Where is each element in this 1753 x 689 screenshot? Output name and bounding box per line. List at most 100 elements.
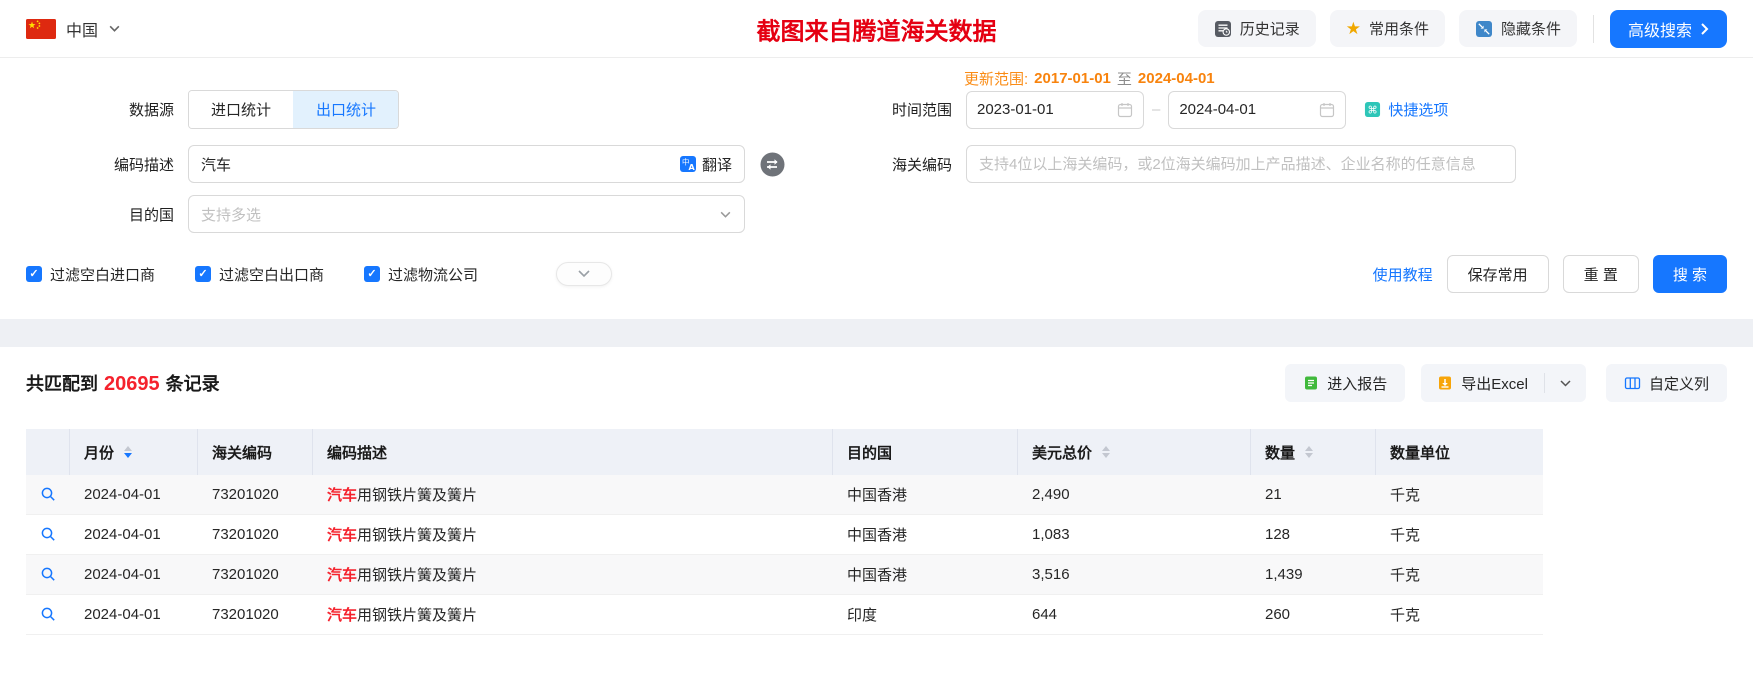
- code-description-field: 中 A 翻译: [188, 145, 745, 183]
- sort-control-month[interactable]: [124, 446, 133, 458]
- match-count: 20695: [104, 373, 160, 395]
- hs-code-input[interactable]: [966, 145, 1516, 183]
- column-header-description: 编码描述: [313, 429, 833, 475]
- cell-hs-code: 73201020: [212, 606, 279, 623]
- cell-month: 2024-04-01: [84, 486, 161, 503]
- update-range-end: 2024-04-01: [1137, 69, 1215, 87]
- collapse-icon: [1475, 20, 1492, 37]
- cell-description: 汽车用钢铁片簧及簧片: [313, 484, 833, 505]
- cell-quantity: 1,439: [1265, 566, 1303, 583]
- advanced-search-label: 高级搜索: [1627, 22, 1692, 40]
- end-date-value: 2024-04-01: [1179, 101, 1257, 118]
- update-range-label: 更新范围:: [964, 70, 1029, 88]
- export-icon: [1439, 376, 1452, 390]
- cell-usd-total: 3,516: [1032, 566, 1070, 583]
- favorites-button[interactable]: ★ 常用条件: [1329, 10, 1445, 47]
- cell-usd-total: 2,490: [1032, 486, 1070, 503]
- tutorial-link[interactable]: 使用教程: [1373, 264, 1433, 285]
- highlighted-keyword: 汽车: [327, 607, 358, 624]
- calendar-icon[interactable]: [1117, 102, 1133, 118]
- cell-unit: 千克: [1390, 567, 1421, 584]
- update-range-start: 2017-01-01: [1034, 69, 1111, 87]
- favorites-label: 常用条件: [1368, 21, 1429, 38]
- export-excel-button[interactable]: 导出Excel: [1421, 364, 1544, 402]
- end-date-input[interactable]: 2024-04-01: [1168, 90, 1347, 129]
- row-detail-button[interactable]: [26, 606, 70, 623]
- row-destination: 目的国 支持多选: [26, 195, 1727, 233]
- enter-report-button[interactable]: 进入报告: [1285, 364, 1406, 402]
- hide-conditions-button[interactable]: 隐藏条件: [1458, 10, 1577, 47]
- column-header-select: [26, 429, 70, 475]
- history-button[interactable]: 历史记录: [1197, 10, 1316, 47]
- match-count-line: 共匹配到 20695 条记录: [26, 370, 220, 396]
- chevron-down-icon: [1560, 379, 1571, 387]
- row-detail-button[interactable]: [26, 566, 70, 583]
- table-row[interactable]: 2024-04-01 73201020 汽车用钢铁片簧及簧片 中国香港 3,51…: [26, 555, 1543, 595]
- data-source-label: 数据源: [128, 102, 174, 119]
- divider: [1592, 14, 1594, 43]
- start-date-input[interactable]: 2023-01-01: [966, 90, 1144, 129]
- data-source-tabs: 进口统计 出口统计: [188, 90, 400, 129]
- calendar-icon[interactable]: [1319, 102, 1335, 118]
- destination-select[interactable]: 支持多选: [188, 195, 745, 233]
- table-row[interactable]: 2024-04-01 73201020 汽车用钢铁片簧及簧片 中国香港 2,49…: [26, 475, 1543, 515]
- column-header-quantity: 数量: [1251, 429, 1376, 475]
- enter-report-label: 进入报告: [1327, 375, 1388, 393]
- checkbox-filter-blank-importer[interactable]: ✓ 过滤空白进口商: [26, 264, 155, 285]
- svg-text:⌘: ⌘: [1368, 104, 1378, 116]
- results-table: 月份 海关编码 编码描述 目的国 美元总价 数量 数量单位 2024-04-01…: [26, 429, 1543, 635]
- synonym-toggle-button[interactable]: [759, 151, 786, 178]
- row-data-source: 数据源 进口统计 出口统计 时间范围 2023-01-01 – 2024-04-…: [26, 90, 1727, 129]
- save-favorite-button[interactable]: 保存常用: [1446, 255, 1549, 293]
- results-panel: 共匹配到 20695 条记录 进入报告 导出Excel 自定义列 月份 海关编码…: [0, 347, 1753, 635]
- top-bar: 中国 截图来自腾道海关数据 历史记录 ★ 常用条件 隐藏条件 高级搜索: [0, 0, 1753, 58]
- search-filter-panel: 更新范围: 2017-01-01 至 2024-04-01 数据源 进口统计 出…: [0, 58, 1753, 319]
- start-date-value: 2023-01-01: [977, 101, 1054, 118]
- sort-control-usd[interactable]: [1102, 446, 1111, 458]
- checkbox-filter-logistics[interactable]: ✓ 过滤物流公司: [364, 264, 478, 285]
- exchange-icon: [760, 152, 785, 176]
- code-description-input[interactable]: [201, 155, 679, 173]
- cell-destination: 中国香港: [847, 487, 908, 504]
- table-row[interactable]: 2024-04-01 73201020 汽车用钢铁片簧及簧片 中国香港 1,08…: [26, 515, 1543, 555]
- quick-options-link[interactable]: ⌘ 快捷选项: [1364, 99, 1448, 120]
- search-actions: 使用教程 保存常用 重 置 搜 索: [1373, 255, 1727, 293]
- date-range-dash: –: [1152, 101, 1161, 118]
- advanced-search-button[interactable]: 高级搜索: [1609, 9, 1727, 48]
- expand-conditions-button[interactable]: [556, 262, 613, 286]
- reset-button[interactable]: 重 置: [1562, 255, 1639, 293]
- cell-destination: 印度: [847, 607, 878, 624]
- country-label: 中国: [66, 22, 99, 40]
- hs-code-label: 海关编码: [891, 156, 952, 174]
- quick-options-label: 快捷选项: [1388, 102, 1449, 119]
- time-range-label: 时间范围: [891, 102, 952, 119]
- export-options-dropdown[interactable]: [1545, 364, 1586, 402]
- checkbox-filter-blank-exporter[interactable]: ✓ 过滤空白出口商: [195, 264, 324, 285]
- cell-description: 汽车用钢铁片簧及簧片: [313, 604, 833, 625]
- sort-control-quantity[interactable]: [1305, 446, 1314, 458]
- tab-export-stats[interactable]: 出口统计: [293, 91, 399, 128]
- page-title: 截图来自腾道海关数据: [756, 19, 997, 45]
- country-selector[interactable]: 中国: [26, 17, 121, 41]
- destination-label: 目的国: [128, 206, 174, 224]
- description-rest: 用钢铁片簧及簧片: [357, 567, 478, 584]
- row-options: ✓ 过滤空白进口商 ✓ 过滤空白出口商 ✓ 过滤物流公司 使用教程 保存常用 重…: [26, 255, 1727, 293]
- search-button[interactable]: 搜 索: [1652, 255, 1727, 293]
- tab-import-stats[interactable]: 进口统计: [189, 91, 294, 128]
- checkbox-label: 过滤物流公司: [388, 266, 479, 284]
- translate-button[interactable]: 中 A 翻译: [679, 154, 732, 175]
- export-excel-label: 导出Excel: [1461, 375, 1528, 393]
- highlighted-keyword: 汽车: [327, 567, 358, 584]
- row-detail-button[interactable]: [26, 486, 70, 503]
- customize-columns-button[interactable]: 自定义列: [1605, 364, 1727, 402]
- checkbox-checked-icon: ✓: [364, 266, 381, 282]
- cell-quantity: 21: [1265, 486, 1282, 503]
- table-row[interactable]: 2024-04-01 73201020 汽车用钢铁片簧及簧片 印度 644 26…: [26, 595, 1543, 635]
- row-detail-button[interactable]: [26, 526, 70, 543]
- update-range-to: 至: [1116, 70, 1132, 88]
- cell-hs-code: 73201020: [212, 526, 279, 543]
- column-header-hs-code: 海关编码: [198, 429, 313, 475]
- report-icon: [1305, 376, 1318, 390]
- history-label: 历史记录: [1239, 21, 1300, 38]
- column-label: 编码描述: [327, 444, 388, 462]
